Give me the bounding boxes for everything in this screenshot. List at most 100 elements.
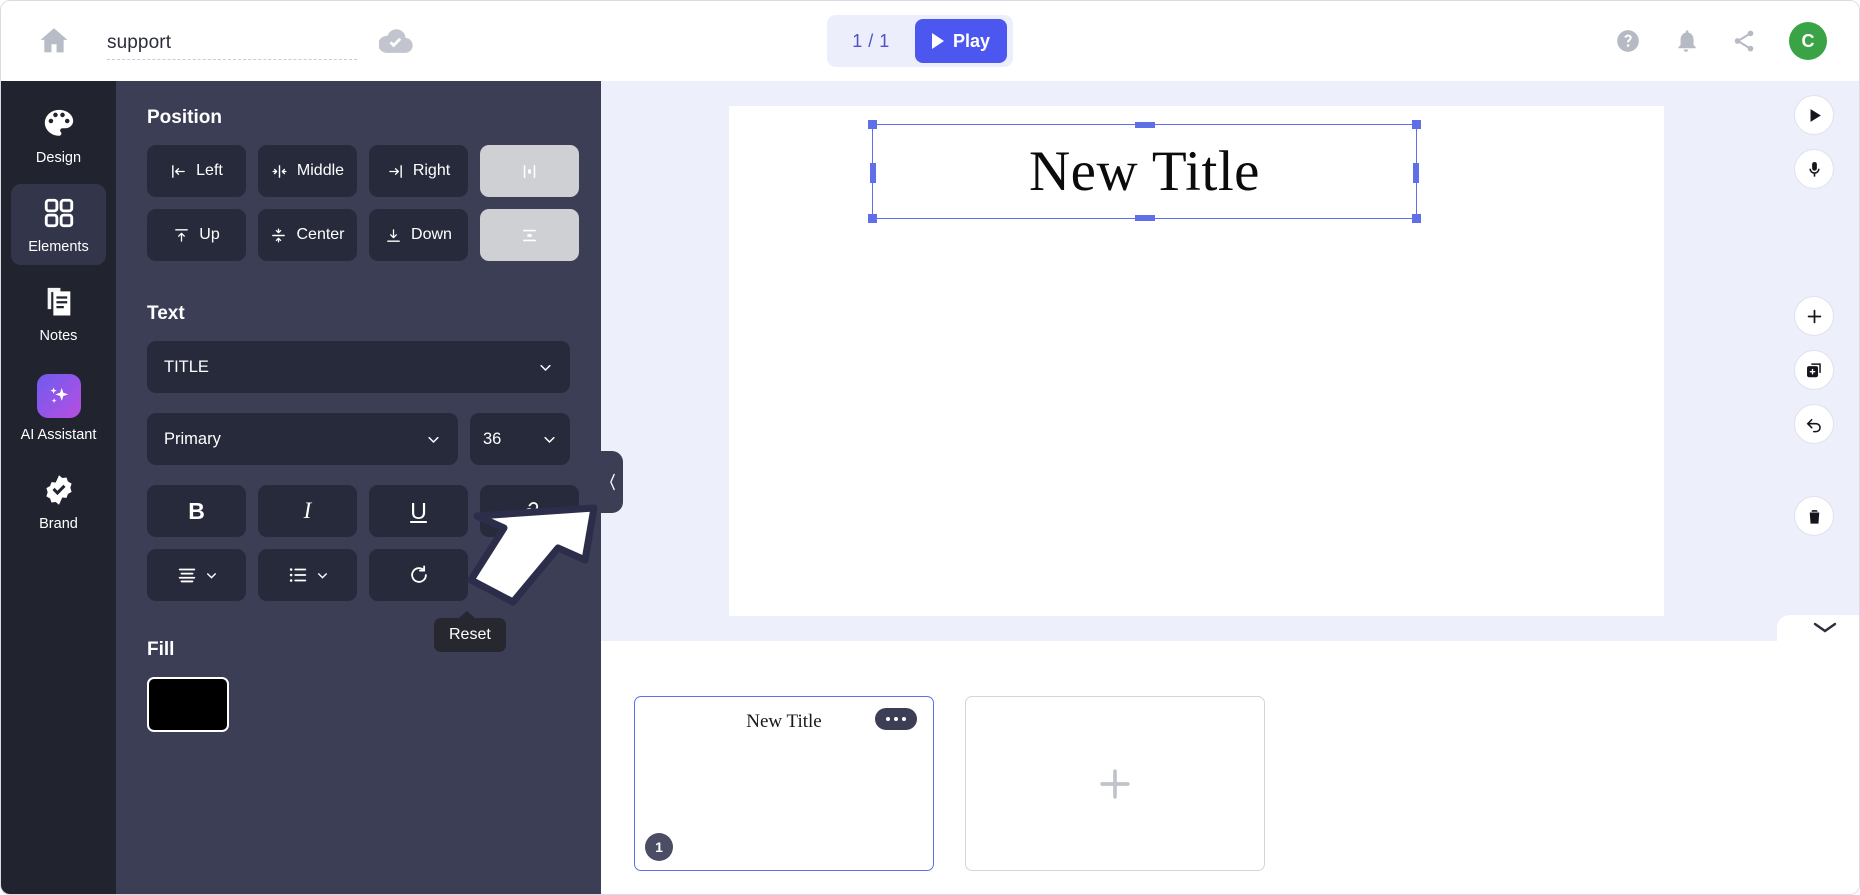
slide-number: 1 (655, 839, 663, 855)
align-left-icon (172, 164, 185, 178)
distribute-horizontal-icon (523, 164, 536, 178)
sidebar-item-brand[interactable]: Brand (11, 461, 106, 542)
slide-menu-button[interactable] (875, 708, 917, 730)
reset-tooltip-label: Reset (449, 626, 491, 643)
avatar[interactable]: C (1789, 22, 1827, 60)
align-down-button[interactable]: Down (369, 209, 468, 261)
duplicate-button[interactable] (1794, 350, 1834, 390)
position-button-grid: Left Middle Right Up Center Down (147, 145, 601, 261)
add-slide-button[interactable] (965, 696, 1265, 871)
slide-tray: New Title 1 (601, 615, 1859, 894)
more-dots-icon (894, 717, 898, 721)
resize-handle-bottom-right[interactable] (1412, 214, 1421, 223)
sidebar-item-label: Notes (39, 328, 78, 344)
chevron-down-icon (540, 364, 551, 371)
text-style-select[interactable]: TITLE (147, 341, 570, 393)
distribute-vertical-icon (523, 229, 536, 241)
help-circle-icon[interactable] (1615, 28, 1641, 54)
font-family-select[interactable]: Primary (147, 413, 458, 465)
share-icon[interactable] (1731, 28, 1757, 54)
top-bar: support 1 / 1 Play C (1, 1, 1859, 81)
align-left-label: Left (196, 162, 223, 179)
align-bottom-icon (387, 228, 400, 242)
reset-icon (410, 565, 427, 583)
distribute-horizontal-button[interactable] (480, 145, 579, 197)
more-dots-icon (886, 717, 890, 721)
slide-thumbnail[interactable]: New Title 1 (634, 696, 934, 871)
bullet-list-button[interactable] (258, 549, 357, 601)
reset-tooltip: Reset (434, 611, 506, 652)
home-icon[interactable] (37, 24, 71, 58)
document-title-input[interactable]: support (107, 22, 357, 60)
play-button[interactable]: Play (915, 19, 1007, 63)
canvas-stage: New Title (601, 81, 1859, 641)
resize-handle-bottom[interactable] (1135, 215, 1155, 221)
font-size-select[interactable]: 36 (470, 413, 570, 465)
properties-panel: Position Left Middle Right Up Center Dow… (116, 81, 601, 894)
chevron-left-icon (609, 473, 615, 491)
delete-button[interactable] (1794, 496, 1834, 536)
play-icon (1810, 108, 1821, 122)
align-right-icon (389, 164, 402, 178)
chevron-down-icon (1813, 622, 1837, 633)
page-counter: 1 / 1 (852, 30, 890, 51)
align-center-label: Center (296, 226, 345, 243)
align-middle-label: Middle (296, 162, 345, 179)
resize-handle-top-left[interactable] (868, 120, 877, 129)
align-up-button[interactable]: Up (147, 209, 246, 261)
record-voice-button[interactable] (1794, 149, 1834, 189)
sidebar-item-notes[interactable]: Notes (11, 273, 106, 354)
distribute-vertical-button[interactable] (480, 209, 579, 261)
selected-text-element[interactable]: New Title (868, 120, 1421, 223)
resize-handle-right[interactable] (1413, 163, 1419, 183)
tray-collapse-button[interactable] (1777, 615, 1859, 642)
slide-canvas[interactable]: New Title (729, 106, 1664, 616)
sidebar-item-label: Brand (39, 516, 78, 532)
align-text-icon (178, 568, 195, 583)
font-size-value: 36 (483, 429, 502, 448)
underline-button[interactable]: U (369, 485, 468, 537)
resize-handle-top-right[interactable] (1412, 120, 1421, 129)
align-middle-button[interactable]: Middle (258, 145, 357, 197)
reset-button[interactable] (369, 549, 468, 601)
notes-icon (42, 285, 76, 319)
grid-icon (42, 196, 76, 230)
sidebar-item-label: AI Assistant (20, 427, 97, 443)
panel-collapse-button[interactable] (601, 451, 623, 513)
plus-icon (1100, 768, 1130, 799)
align-center-v-icon (272, 227, 286, 243)
sidebar-item-design[interactable]: Design (11, 95, 106, 176)
align-center-button[interactable]: Center (258, 209, 357, 261)
bell-icon[interactable] (1673, 28, 1699, 54)
selected-text-value: New Title (1029, 140, 1260, 203)
align-left-button[interactable]: Left (147, 145, 246, 197)
slide-number-badge: 1 (645, 833, 673, 861)
align-top-icon (175, 228, 189, 242)
font-family-value: Primary (164, 429, 221, 448)
italic-button[interactable]: I (258, 485, 357, 537)
chevron-down-icon (206, 572, 216, 579)
chevron-down-icon (544, 436, 555, 443)
resize-handle-top[interactable] (1135, 122, 1155, 128)
link-button[interactable] (480, 485, 579, 537)
undo-icon (1806, 418, 1821, 432)
text-align-button[interactable] (147, 549, 246, 601)
bullet-list-icon (289, 568, 306, 582)
fill-color-swatch[interactable] (147, 677, 229, 732)
stage-toolbar (1794, 95, 1834, 550)
sidebar-item-ai-assistant[interactable]: AI Assistant (11, 362, 106, 453)
resize-handle-bottom-left[interactable] (868, 214, 877, 223)
plus-icon (1807, 309, 1821, 323)
fill-heading: Fill (147, 639, 175, 660)
microphone-icon (1808, 161, 1820, 177)
add-element-button[interactable] (1794, 296, 1834, 336)
undo-button[interactable] (1794, 404, 1834, 444)
bold-button[interactable]: B (147, 485, 246, 537)
resize-handle-left[interactable] (870, 163, 876, 183)
align-right-button[interactable]: Right (369, 145, 468, 197)
top-bar-actions: C (1615, 1, 1827, 81)
palette-icon (42, 107, 76, 141)
sidebar-item-elements[interactable]: Elements (11, 184, 106, 265)
trash-icon (1809, 509, 1819, 524)
preview-play-button[interactable] (1794, 95, 1834, 135)
